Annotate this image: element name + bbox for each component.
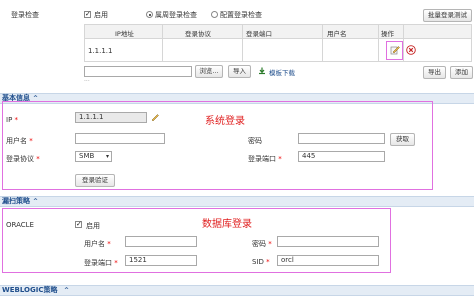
ip-table-header-protocol: 登录协议: [163, 25, 243, 38]
ip-table-header-ops: 操作: [379, 25, 404, 38]
template-download-link[interactable]: 模板下载: [269, 67, 295, 77]
required-mark: *: [114, 259, 118, 267]
db-login-annotation: 数据库登录: [202, 219, 252, 230]
ip-table-header-port: 登录端口: [243, 25, 323, 38]
table-row-marker: ...: [84, 76, 90, 83]
password-label: 密码: [248, 137, 262, 145]
required-mark: *: [107, 240, 111, 248]
db-port-input[interactable]: 1521: [125, 255, 197, 266]
chevron-down-icon: ▾: [105, 153, 109, 160]
protocol-select[interactable]: SMB ▾: [75, 151, 112, 162]
radio-all-label: 属周登录检查: [155, 11, 197, 19]
username-label: 用户名 *: [6, 137, 33, 145]
db-password-input[interactable]: [277, 236, 379, 247]
ip-table: IP地址 登录协议 登录端口 用户名 操作 1.1.1.1: [84, 24, 472, 62]
required-mark: *: [268, 240, 272, 248]
db-password-label: 密码 *: [252, 240, 272, 248]
ip-table-header-ip: IP地址: [85, 25, 163, 38]
oracle-label: ORACLE: [6, 221, 34, 229]
add-button[interactable]: 添加: [450, 66, 473, 79]
table-cell-username: [323, 39, 379, 61]
table-cell-port: [243, 39, 323, 61]
edit-icon[interactable]: [390, 45, 400, 55]
password-input[interactable]: [298, 133, 385, 144]
oracle-enable-label: 启用: [86, 222, 100, 230]
db-port-label: 登录端口 *: [84, 259, 118, 267]
login-verify-button[interactable]: 登录验证: [75, 174, 115, 187]
required-mark: *: [278, 155, 282, 163]
chevron-up-icon: ^: [64, 287, 70, 294]
table-cell-protocol: [163, 39, 243, 61]
port-input[interactable]: 445: [298, 151, 385, 162]
sid-input[interactable]: orcl: [277, 255, 379, 266]
username-input[interactable]: [75, 133, 165, 144]
delete-icon[interactable]: [406, 45, 416, 55]
enable-login-check-checkbox[interactable]: ✓: [84, 11, 91, 18]
oracle-enable-checkbox[interactable]: ✓: [75, 221, 82, 228]
ip-table-header-row: IP地址 登录协议 登录端口 用户名 操作: [85, 25, 471, 39]
chevron-up-icon: ^: [33, 198, 39, 205]
db-username-input[interactable]: [125, 236, 197, 247]
download-icon[interactable]: [258, 67, 266, 75]
import-button[interactable]: 导入: [228, 65, 251, 78]
radio-all-login-check[interactable]: [146, 11, 153, 18]
db-section-title: 漏扫策略: [2, 197, 30, 205]
port-label: 登录端口 *: [248, 155, 282, 163]
protocol-selected-value: SMB: [79, 152, 95, 160]
required-mark: *: [14, 116, 19, 124]
weblogic-section-header[interactable]: WEBLOGIC策略 ^: [0, 285, 474, 296]
file-path-input[interactable]: [84, 66, 192, 77]
db-section-header[interactable]: 漏扫策略 ^: [0, 196, 474, 207]
ip-table-header-username: 用户名: [323, 25, 379, 38]
ip-label: IP *: [6, 116, 19, 124]
radio-config-label: 配置登录检查: [220, 11, 262, 19]
login-check-label: 登录检查: [11, 11, 39, 19]
system-login-annotation: 系统登录: [205, 116, 245, 127]
batch-login-test-button[interactable]: 批量登录测试: [423, 9, 472, 22]
radio-config-login-check[interactable]: [211, 11, 218, 18]
required-mark: *: [29, 137, 33, 145]
browse-button[interactable]: 浏览...: [195, 65, 223, 78]
enable-label: 启用: [94, 11, 108, 19]
weblogic-section-title: WEBLOGIC策略: [2, 286, 58, 294]
fetch-button[interactable]: 获取: [390, 133, 415, 146]
protocol-label: 登录协议 *: [6, 155, 40, 163]
edit-ip-icon[interactable]: [150, 112, 160, 122]
required-mark: *: [266, 258, 270, 266]
ip-input[interactable]: 1.1.1.1: [75, 112, 147, 123]
table-cell-ip: 1.1.1.1: [88, 47, 113, 55]
sid-label: SID *: [252, 258, 270, 266]
export-button[interactable]: 导出: [423, 66, 446, 79]
db-username-label: 用户名 *: [84, 240, 111, 248]
required-mark: *: [36, 155, 40, 163]
